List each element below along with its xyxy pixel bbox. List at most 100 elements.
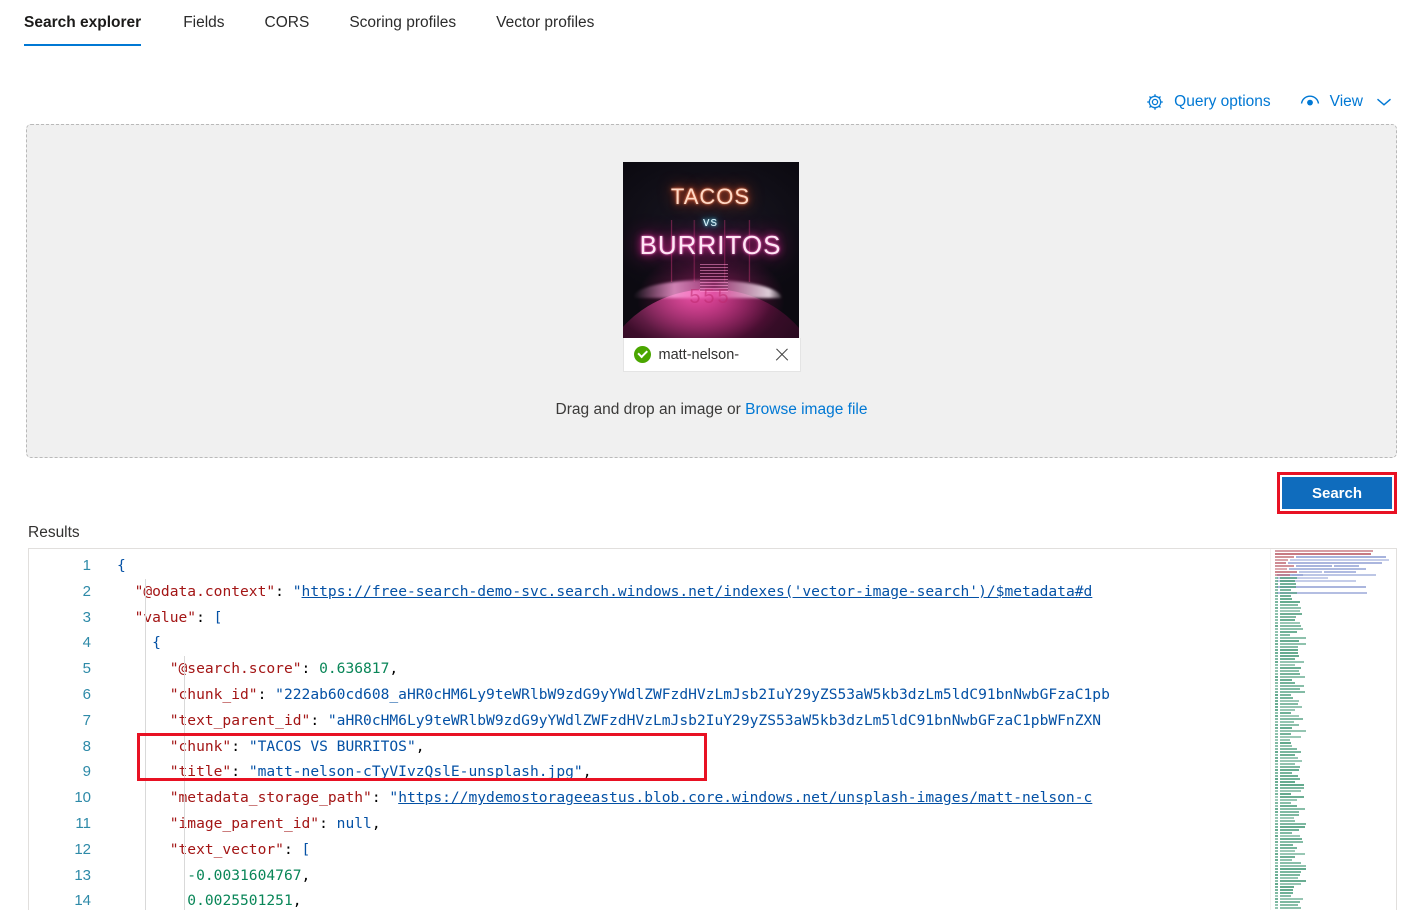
indent-guide: [184, 862, 185, 889]
indent-guide: [184, 707, 185, 734]
results-code-area[interactable]: 1{2 "@odata.context": "https://free-sear…: [29, 553, 1396, 910]
line-number: 1: [82, 557, 91, 574]
minimap-token: [1275, 867, 1278, 870]
code-line[interactable]: 8 "chunk": "TACOS VS BURRITOS",: [29, 733, 1396, 760]
code-line[interactable]: 3 "value": [: [29, 604, 1396, 631]
tab-vector-profiles[interactable]: Vector profiles: [476, 0, 614, 54]
minimap-token: [1280, 771, 1293, 774]
code-line[interactable]: 7 "text_parent_id": "aHR0cHM6Ly9teWRlbW9…: [29, 707, 1396, 734]
minimap-token: [1280, 630, 1298, 633]
minimap-token: [1323, 570, 1356, 573]
uploaded-image-card: 555 TACOS vs BURRITOS matt-nelson-: [622, 162, 801, 372]
close-icon[interactable]: [772, 345, 792, 365]
code-line[interactable]: 13 -0.0031604767,: [29, 862, 1396, 889]
indent-guide: [145, 681, 146, 708]
minimap-token: [1275, 573, 1291, 576]
view-label: View: [1329, 93, 1363, 110]
minimap-token: [1275, 693, 1278, 696]
indent-guide: [184, 681, 185, 708]
minimap-token: [1275, 714, 1278, 717]
tab-cors[interactable]: CORS: [245, 0, 330, 54]
tab-search-explorer[interactable]: Search explorer: [24, 0, 163, 54]
code-line[interactable]: 11 "image_parent_id": null,: [29, 810, 1396, 837]
results-json-editor[interactable]: 1{2 "@odata.context": "https://free-sear…: [28, 548, 1397, 910]
minimap-token: [1280, 597, 1292, 600]
line-number: 10: [74, 789, 91, 807]
minimap-token: [1275, 618, 1278, 621]
minimap-token: [1275, 801, 1278, 804]
minimap-token: [1275, 735, 1278, 738]
minimap-token: [1275, 723, 1278, 726]
code-token: ,: [371, 814, 381, 832]
code-line[interactable]: 1{: [29, 553, 1396, 579]
minimap-token: [1275, 906, 1278, 909]
code-token: {: [117, 557, 126, 574]
code-line-text: "image_parent_id": null,: [91, 811, 381, 837]
minimap-token: [1280, 690, 1305, 693]
tab-fields[interactable]: Fields: [163, 0, 244, 54]
minimap-token: [1275, 624, 1278, 627]
minimap-token: [1280, 747, 1298, 750]
line-number: 9: [82, 763, 91, 781]
minimap-token: [1280, 738, 1290, 741]
minimap-token: [1275, 894, 1278, 897]
tab-label: Fields: [183, 14, 225, 31]
image-neon-line1: TACOS: [670, 184, 751, 209]
minimap-token: [1280, 735, 1301, 738]
code-token: :: [371, 789, 390, 807]
indent-guide: [145, 604, 146, 631]
minimap-token: [1275, 603, 1278, 606]
code-line[interactable]: 12 "text_vector": [: [29, 836, 1396, 863]
image-neon-line2: vs: [703, 214, 718, 229]
uploaded-file-name: matt-nelson-: [658, 346, 740, 363]
tab-scoring-profiles[interactable]: Scoring profiles: [329, 0, 476, 54]
query-options-label: Query options: [1174, 93, 1271, 110]
minimap-token: [1275, 792, 1278, 795]
minimap-token: [1275, 780, 1278, 783]
minimap-token: [1275, 675, 1278, 678]
minimap-token: [1280, 903, 1298, 906]
minimap-token: [1275, 708, 1278, 711]
minimap-token: [1280, 588, 1292, 591]
minimap-token: [1275, 843, 1278, 846]
browse-image-file-link[interactable]: Browse image file: [745, 401, 867, 418]
line-number: 12: [74, 840, 91, 858]
code-link[interactable]: https://free-search-demo-svc.search.wind…: [302, 583, 1093, 600]
minimap-token: [1280, 774, 1299, 777]
search-button[interactable]: Search: [1282, 477, 1392, 509]
query-options-button[interactable]: Query options: [1145, 92, 1271, 112]
code-line[interactable]: 2 "@odata.context": "https://free-search…: [29, 578, 1396, 605]
code-link[interactable]: https://mydemostorageeastus.blob.core.wi…: [398, 789, 1092, 806]
gear-icon: [1145, 92, 1165, 112]
minimap-token: [1275, 819, 1278, 822]
minimap-token: [1280, 576, 1298, 579]
image-drop-zone[interactable]: 555 TACOS vs BURRITOS matt-nelson- Drag …: [26, 124, 1397, 458]
minimap-token: [1275, 567, 1288, 570]
minimap-token: [1275, 702, 1278, 705]
editor-minimap[interactable]: [1270, 549, 1396, 910]
code-line[interactable]: 6 "chunk_id": "222ab60cd608_aHR0cHM6Ly9t…: [29, 681, 1396, 708]
minimap-token: [1280, 708, 1296, 711]
minimap-token: [1275, 609, 1278, 612]
code-line[interactable]: 10 "metadata_storage_path": "https://myd…: [29, 785, 1396, 811]
code-line[interactable]: 14 0.0025501251,: [29, 888, 1396, 910]
line-number: 11: [75, 814, 91, 832]
view-button[interactable]: View: [1299, 92, 1392, 112]
minimap-token: [1275, 747, 1278, 750]
code-token: "matt-nelson-cTyVIvzQslE-unsplash.jpg": [248, 763, 583, 781]
minimap-token: [1275, 825, 1278, 828]
minimap-token: [1275, 879, 1278, 882]
minimap-token: [1280, 696, 1293, 699]
code-line[interactable]: 5 "@search.score": 0.636817,: [29, 656, 1396, 682]
code-line[interactable]: 9 "title": "matt-nelson-cTyVIvzQslE-unsp…: [29, 759, 1396, 786]
minimap-token: [1280, 858, 1292, 861]
code-line[interactable]: 4 {: [29, 630, 1396, 657]
minimap-token: [1333, 564, 1360, 567]
tab-label: Search explorer: [24, 14, 142, 31]
minimap-token: [1275, 726, 1278, 729]
minimap-token: [1298, 570, 1322, 573]
minimap-token: [1280, 819, 1296, 822]
minimap-token: [1275, 822, 1278, 825]
minimap-token: [1280, 702, 1298, 705]
minimap-token: [1275, 900, 1278, 903]
